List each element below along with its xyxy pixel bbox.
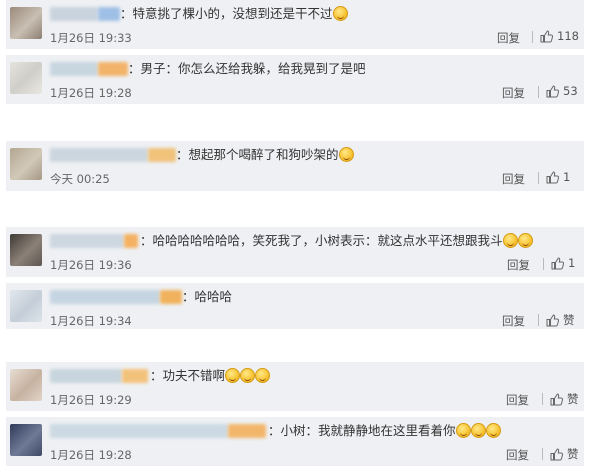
- comment-item: ：哈哈哈哈哈哈哈，笑死我了，小树表示：就这点水平还想跟我斗 1月26日 19:3…: [6, 227, 584, 277]
- avatar[interactable]: [10, 290, 42, 322]
- comment-body: ：哈哈哈: [182, 289, 233, 304]
- like-button[interactable]: 1: [551, 256, 575, 270]
- like-button[interactable]: 1: [546, 170, 570, 184]
- divider: [542, 393, 543, 405]
- comment-body: ：小树：我就静静地在这里看着你: [268, 423, 456, 438]
- comment-item: ：哈哈哈 1月26日 19:34 回复 赞: [6, 283, 584, 329]
- like-button[interactable]: 赞: [550, 391, 579, 407]
- timestamp: 1月26日 19:34: [50, 314, 132, 328]
- user-badge: [228, 424, 266, 438]
- reply-button[interactable]: 回复: [507, 257, 530, 273]
- comment-text: ：特意挑了棵小的，没想到还是干不过: [120, 6, 348, 22]
- timestamp: 今天 00:25: [50, 172, 110, 186]
- like-count: 赞: [567, 447, 579, 461]
- comment-item: ：特意挑了棵小的，没想到还是干不过 1月26日 19:33 回复 118: [6, 0, 584, 49]
- username[interactable]: [50, 7, 98, 21]
- comment-body: ：哈哈哈哈哈哈哈，笑死我了，小树表示：就这点水平还想跟我斗: [140, 233, 503, 248]
- timestamp: 1月26日 19:28: [50, 448, 132, 462]
- like-count: 118: [557, 29, 579, 43]
- username[interactable]: [50, 148, 148, 162]
- username[interactable]: [50, 369, 122, 383]
- username[interactable]: [50, 424, 228, 438]
- thumbs-up-icon: [546, 170, 559, 184]
- reply-button[interactable]: 回复: [506, 447, 529, 463]
- thumbs-up-icon: [546, 84, 559, 98]
- laugh-emoji-icon: [332, 6, 348, 21]
- like-button[interactable]: 赞: [550, 446, 579, 462]
- comment-body: ：功夫不错啊: [150, 368, 226, 383]
- like-button[interactable]: 赞: [546, 312, 575, 328]
- timestamp: 1月26日 19:36: [50, 258, 132, 272]
- avatar[interactable]: [10, 369, 42, 401]
- comment-body: ：想起那个喝醉了和狗吵架的: [176, 147, 339, 162]
- avatar[interactable]: [10, 234, 42, 266]
- username[interactable]: [50, 234, 124, 248]
- avatar[interactable]: [10, 7, 42, 39]
- user-badge: [148, 148, 176, 162]
- thumbs-up-icon: [551, 256, 564, 270]
- avatar[interactable]: [10, 62, 42, 94]
- like-count: 1: [563, 170, 571, 184]
- timestamp: 1月26日 19:28: [50, 86, 132, 100]
- user-badge: [122, 369, 148, 383]
- username[interactable]: [50, 62, 98, 76]
- like-button[interactable]: 53: [546, 84, 578, 98]
- comment-text: ：哈哈哈哈哈哈哈，笑死我了，小树表示：就这点水平还想跟我斗: [140, 233, 533, 249]
- comment-item: ：想起那个喝醉了和狗吵架的 今天 00:25 回复 1: [6, 141, 584, 191]
- divider: [538, 86, 539, 98]
- comment-item: ：功夫不错啊 1月26日 19:29 回复 赞: [6, 362, 584, 411]
- comment-text: ：男子：你怎么还给我躲，给我晃到了是吧: [128, 61, 366, 77]
- user-badge: [98, 62, 128, 76]
- thumbs-up-icon: [550, 447, 563, 461]
- user-badge: [98, 7, 120, 21]
- like-count: 赞: [563, 313, 575, 327]
- divider: [538, 172, 539, 184]
- laugh-emoji-icon: [225, 368, 241, 383]
- thumbs-up-icon: [546, 313, 559, 327]
- comment-body: ：特意挑了棵小的，没想到还是干不过: [120, 6, 333, 21]
- thumbs-up-icon: [550, 392, 563, 406]
- comment-item: ：男子：你怎么还给我躲，给我晃到了是吧 1月26日 19:28 回复 53: [6, 55, 584, 104]
- comment-body: ：男子：你怎么还给我躲，给我晃到了是吧: [128, 61, 366, 76]
- like-count: 1: [568, 256, 576, 270]
- comment-item: ：小树：我就静静地在这里看着你 1月26日 19:28 回复 赞: [6, 417, 584, 466]
- laugh-emoji-icon: [502, 233, 518, 248]
- comment-text: ：哈哈哈: [182, 289, 232, 305]
- laugh-emoji-icon: [485, 423, 501, 438]
- like-count: 53: [563, 84, 578, 98]
- smile-emoji-icon: [455, 423, 471, 438]
- divider: [532, 31, 533, 43]
- user-badge: [160, 290, 182, 304]
- comment-text: ：想起那个喝醉了和狗吵架的: [176, 147, 354, 163]
- reply-button[interactable]: 回复: [502, 313, 525, 329]
- timestamp: 1月26日 19:33: [50, 31, 132, 45]
- laugh-emoji-icon: [240, 368, 256, 383]
- laugh-emoji-icon: [255, 368, 271, 383]
- divider: [542, 448, 543, 460]
- user-badge: [124, 234, 138, 248]
- reply-button[interactable]: 回复: [502, 85, 525, 101]
- avatar[interactable]: [10, 148, 42, 180]
- thumbs-up-icon: [540, 29, 553, 43]
- comment-text: ：小树：我就静静地在这里看着你: [268, 423, 501, 439]
- laugh-emoji-icon: [517, 233, 533, 248]
- reply-button[interactable]: 回复: [502, 171, 525, 187]
- like-button[interactable]: 118: [540, 29, 579, 43]
- avatar[interactable]: [10, 424, 42, 456]
- divider: [538, 314, 539, 326]
- timestamp: 1月26日 19:29: [50, 393, 132, 407]
- comment-text: ：功夫不错啊: [150, 368, 271, 384]
- username[interactable]: [50, 290, 160, 304]
- laugh-emoji-icon: [470, 423, 486, 438]
- divider: [543, 258, 544, 270]
- reply-button[interactable]: 回复: [497, 30, 520, 46]
- reply-button[interactable]: 回复: [506, 392, 529, 408]
- like-count: 赞: [567, 392, 579, 406]
- laugh-emoji-icon: [338, 147, 354, 162]
